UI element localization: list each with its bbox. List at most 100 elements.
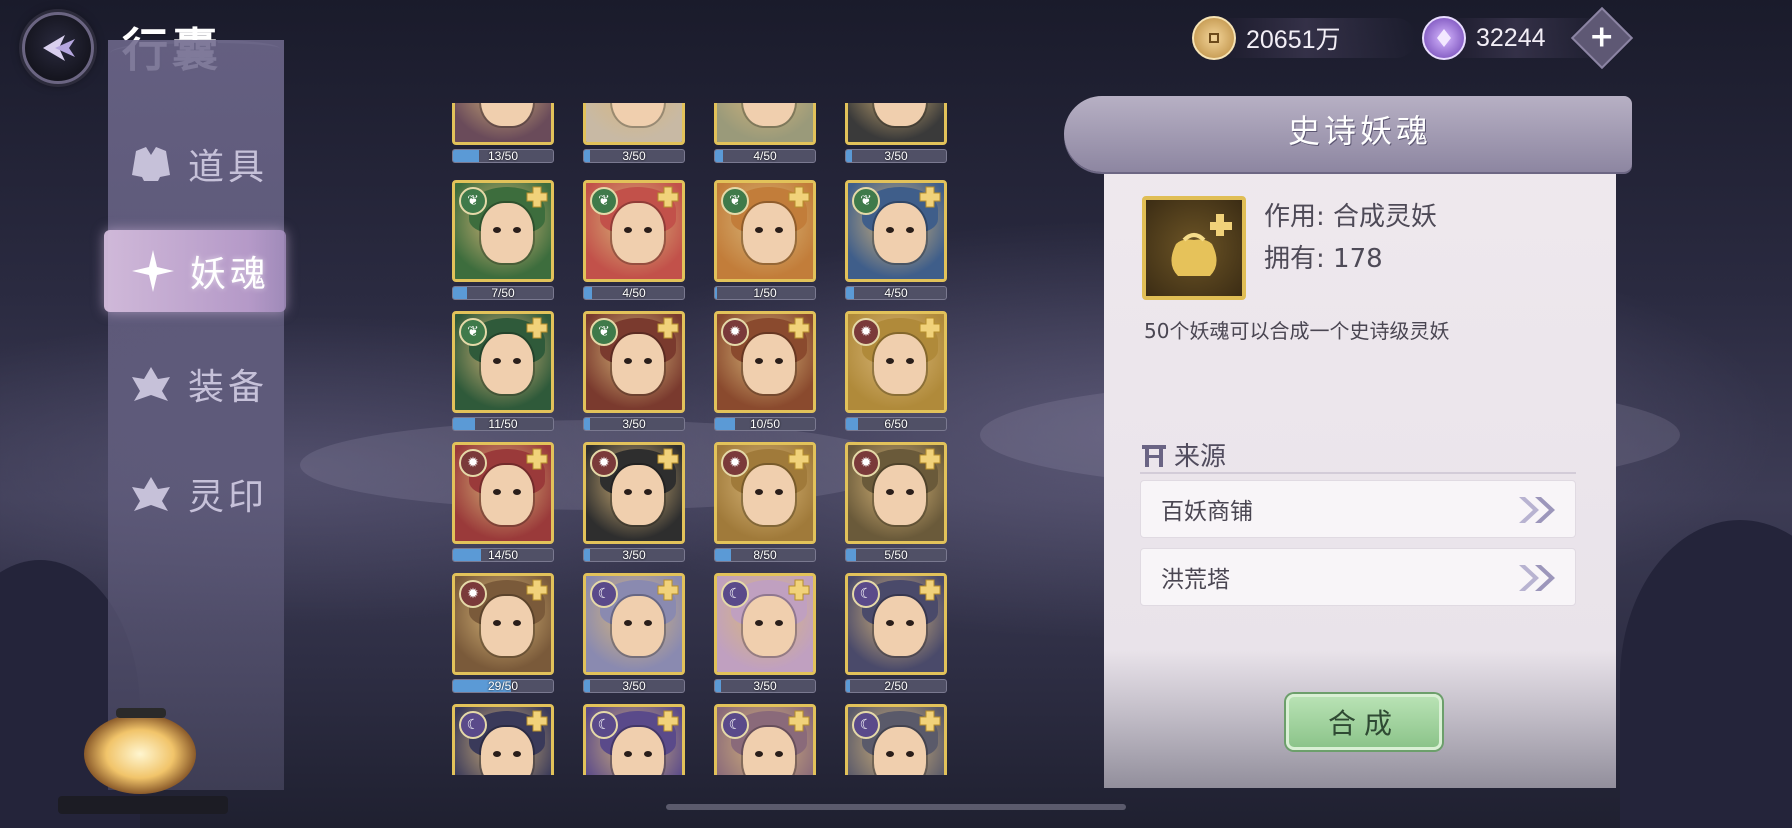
- character-eye: [644, 751, 652, 757]
- sidebar-item-equipment[interactable]: 装备: [128, 348, 288, 420]
- soul-portrait[interactable]: ❦: [583, 311, 685, 413]
- soul-progress-bar: 14/50: [452, 548, 554, 562]
- soul-card[interactable]: ❦ 4/50: [841, 180, 947, 311]
- soul-portrait[interactable]: ✹: [452, 573, 554, 675]
- soul-portrait[interactable]: ☾: [845, 573, 947, 675]
- soul-card[interactable]: ☾ 3/50: [579, 573, 685, 704]
- back-button[interactable]: [22, 12, 94, 84]
- moon-faction-icon: ☾: [590, 580, 618, 608]
- soul-progress-bar: 5/50: [845, 548, 947, 562]
- character-eye: [906, 620, 914, 626]
- compose-button[interactable]: 合成: [1286, 694, 1442, 750]
- detail-title: 史诗妖魂: [1287, 112, 1432, 150]
- soul-card[interactable]: ❦ 1/50: [710, 180, 816, 311]
- sun-faction-icon: ✹: [590, 449, 618, 477]
- soul-portrait[interactable]: [452, 103, 554, 145]
- soul-card[interactable]: ☾ 2/50: [841, 573, 947, 704]
- soul-portrait[interactable]: ✹: [714, 442, 816, 544]
- character-eye: [886, 489, 894, 495]
- moon-faction-icon: ☾: [721, 580, 749, 608]
- character-face: [481, 203, 533, 263]
- character-face: [612, 334, 664, 394]
- soul-count: 3/50: [753, 679, 777, 693]
- soul-card[interactable]: 3/50: [841, 103, 947, 174]
- soul-progress-bar: 4/50: [845, 286, 947, 300]
- character-eye: [624, 489, 632, 495]
- soul-count: 3/50: [622, 149, 646, 163]
- source-tower[interactable]: 洪荒塔: [1140, 548, 1576, 606]
- source-heading: 来源: [1140, 436, 1226, 473]
- soul-progress-bar: 13/50: [452, 149, 554, 163]
- soul-card[interactable]: 13/50: [448, 103, 554, 174]
- soul-card[interactable]: ✹ 10/50: [710, 311, 816, 442]
- character-eye: [886, 751, 894, 757]
- soul-portrait[interactable]: ☾: [583, 704, 685, 775]
- sidebar-item-seal[interactable]: 灵印: [128, 458, 288, 530]
- soul-portrait[interactable]: ❦: [452, 311, 554, 413]
- soul-card[interactable]: ✹ 6/50: [841, 311, 947, 442]
- soul-portrait[interactable]: ❦: [452, 180, 554, 282]
- soul-card[interactable]: ☾: [448, 704, 554, 775]
- crystal-value: 32244: [1476, 23, 1546, 52]
- soul-card[interactable]: ☾: [710, 704, 816, 775]
- character-face: [481, 465, 533, 525]
- sidebar-item-props[interactable]: 道具: [128, 128, 288, 200]
- soul-card[interactable]: ❦ 7/50: [448, 180, 554, 311]
- leaf-faction-icon: ❦: [459, 187, 487, 215]
- soul-card[interactable]: ☾ 3/50: [710, 573, 816, 704]
- character-eye: [493, 227, 501, 233]
- soul-card[interactable]: ☾: [841, 704, 947, 775]
- soul-portrait[interactable]: ☾: [583, 573, 685, 675]
- character-face: [874, 727, 926, 775]
- puzzle-piece-icon: [526, 710, 548, 732]
- soul-portrait[interactable]: [845, 103, 947, 145]
- puzzle-piece-icon: [657, 317, 679, 339]
- soul-progress-bar: 3/50: [714, 679, 816, 693]
- soul-portrait[interactable]: ☾: [714, 704, 816, 775]
- soul-card[interactable]: ❦ 11/50: [448, 311, 554, 442]
- soul-portrait[interactable]: ✹: [845, 442, 947, 544]
- soul-portrait[interactable]: ✹: [714, 311, 816, 413]
- leaf-faction-icon: ❦: [852, 187, 880, 215]
- soul-count: 10/50: [749, 417, 781, 431]
- soul-progress-bar: 29/50: [452, 679, 554, 693]
- soul-card[interactable]: ✹ 5/50: [841, 442, 947, 573]
- character-face: [743, 334, 795, 394]
- soul-card[interactable]: 3/50: [579, 103, 685, 174]
- soul-card[interactable]: ✹ 3/50: [579, 442, 685, 573]
- soul-count: 6/50: [884, 417, 908, 431]
- soul-card[interactable]: ✹ 14/50: [448, 442, 554, 573]
- source-shop[interactable]: 百妖商铺: [1140, 480, 1576, 538]
- soul-progress-bar: 3/50: [583, 679, 685, 693]
- soul-card[interactable]: ❦ 3/50: [579, 311, 685, 442]
- soul-portrait[interactable]: ✹: [452, 442, 554, 544]
- soul-portrait[interactable]: [714, 103, 816, 145]
- soul-grid[interactable]: 13/50 3/50 4/50 3/50 ❦ 7/50 ❦ 4/50 ❦ 1/50 ❦ 4/50 ❦ 11…: [448, 103, 958, 775]
- soul-card[interactable]: ❦ 4/50: [579, 180, 685, 311]
- soul-count: 3/50: [622, 548, 646, 562]
- soul-portrait[interactable]: ☾: [452, 704, 554, 775]
- soul-portrait[interactable]: ☾: [714, 573, 816, 675]
- soul-card[interactable]: ✹ 8/50: [710, 442, 816, 573]
- character-face: [743, 727, 795, 775]
- sparkle-icon: [130, 248, 176, 294]
- soul-portrait[interactable]: ✹: [845, 311, 947, 413]
- character-eye: [624, 227, 632, 233]
- moon-faction-icon: ☾: [590, 711, 618, 739]
- soul-card[interactable]: 4/50: [710, 103, 816, 174]
- add-crystal-button[interactable]: +: [1570, 6, 1634, 70]
- puzzle-piece-icon: [788, 186, 810, 208]
- soul-portrait[interactable]: ❦: [845, 180, 947, 282]
- character-face: [481, 596, 533, 656]
- soul-portrait[interactable]: [583, 103, 685, 145]
- soul-portrait[interactable]: ☾: [845, 704, 947, 775]
- soul-card[interactable]: ☾: [579, 704, 685, 775]
- soul-progress-bar: 3/50: [845, 149, 947, 163]
- soul-portrait[interactable]: ❦: [583, 180, 685, 282]
- soul-card[interactable]: ✹ 29/50: [448, 573, 554, 704]
- soul-portrait[interactable]: ✹: [583, 442, 685, 544]
- puzzle-piece-icon: [657, 186, 679, 208]
- source-heading-label: 来源: [1174, 442, 1227, 472]
- sidebar-item-souls[interactable]: 妖魂: [104, 230, 286, 312]
- soul-portrait[interactable]: ❦: [714, 180, 816, 282]
